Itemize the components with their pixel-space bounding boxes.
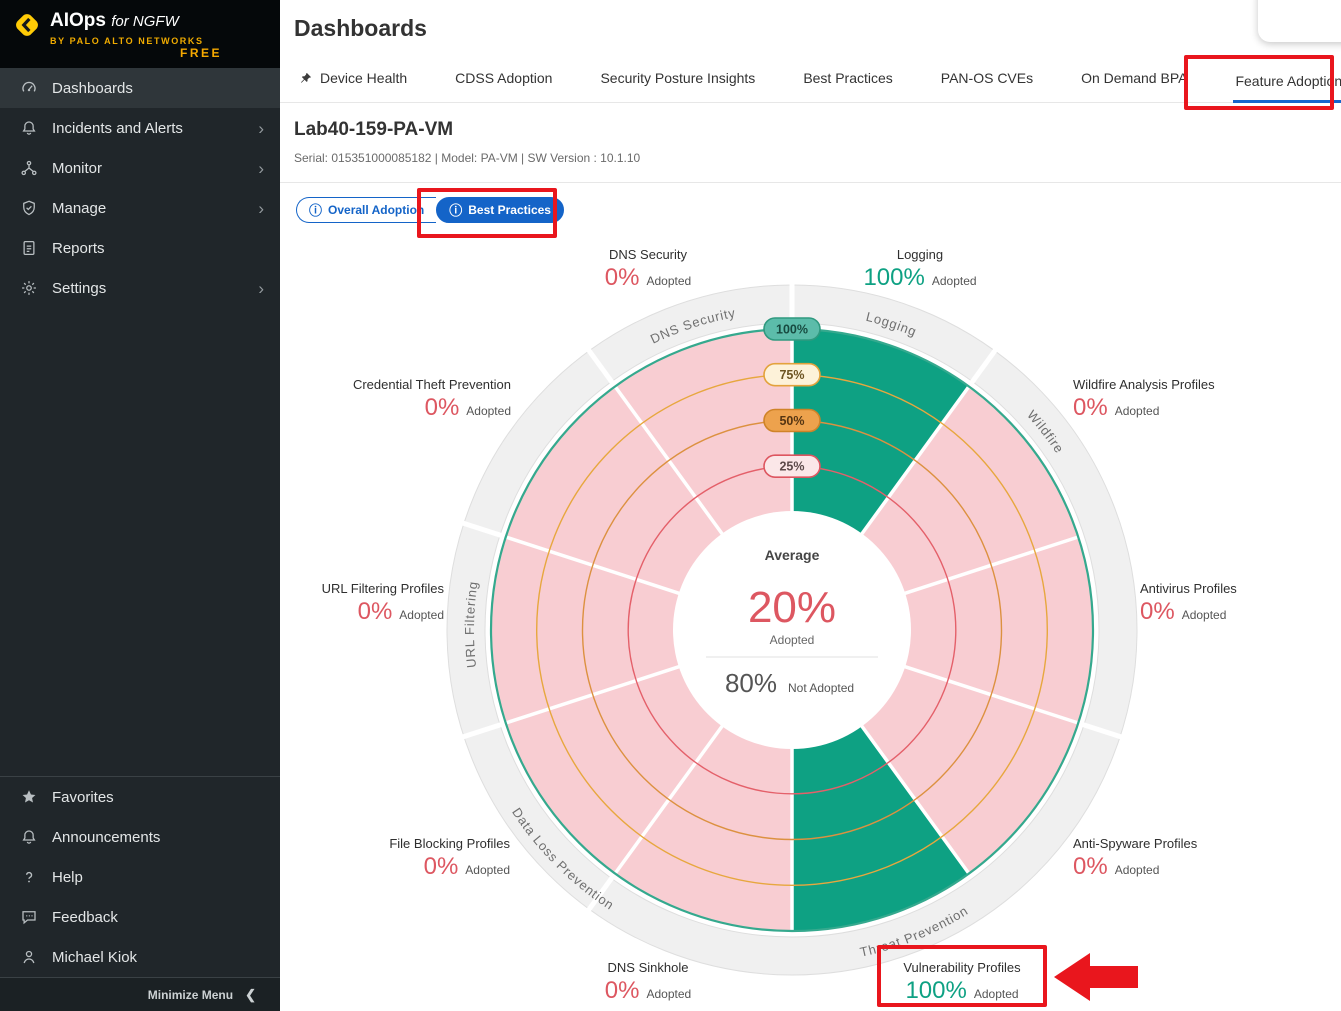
sidebar-item-label: Monitor — [52, 160, 102, 177]
popup-card — [1258, 0, 1341, 42]
ring-tick-badge: 25% — [764, 455, 820, 477]
page-title: Dashboards — [294, 15, 1341, 42]
chevron-right-icon: › — [258, 200, 264, 217]
device-section: Lab40-159-PA-VM Serial: 015351000085182 … — [280, 103, 1341, 183]
sidebar-item-monitor[interactable]: Monitor › — [0, 148, 280, 188]
tab-label: Best Practices — [803, 70, 892, 86]
sidebar-item-manage[interactable]: Manage › — [0, 188, 280, 228]
minimize-menu-button[interactable]: Minimize Menu ❮ — [0, 977, 280, 1011]
sidebar-item-help[interactable]: Help — [0, 857, 280, 897]
sidebar-item-label: Feedback — [52, 909, 118, 926]
tab-label: CDSS Adoption — [455, 70, 552, 86]
svg-text:100%: 100% — [776, 323, 808, 337]
hierarchy-icon — [20, 159, 38, 177]
tab-bar: Device Health CDSS Adoption Security Postu… — [280, 55, 1341, 103]
svg-text:25%: 25% — [779, 460, 804, 474]
sidebar-item-label: Help — [52, 869, 83, 886]
brand-title: AIOps for NGFW — [50, 10, 204, 33]
ring-tick-badge: 100% — [764, 318, 820, 340]
chevron-right-icon: › — [258, 280, 264, 297]
tab-on-demand-bpa[interactable]: On Demand BPA — [1079, 70, 1189, 103]
feature-adoption-chart: DNS SecurityLoggingWildfireThreat Preven… — [280, 237, 1341, 1011]
tab-label: Device Health — [320, 70, 407, 86]
info-icon: ⓘ — [449, 204, 462, 217]
tab-device-health[interactable]: Device Health — [296, 70, 409, 103]
sidebar-item-label: Dashboards — [52, 80, 133, 97]
ring-tick-badge: 50% — [764, 410, 820, 432]
view-toggle: ⓘ Overall Adoption ⓘ Best Practices — [296, 197, 564, 223]
sidebar-item-feedback[interactable]: Feedback — [0, 897, 280, 937]
sidebar-item-label: Settings — [52, 280, 106, 297]
tab-best-practices[interactable]: Best Practices — [801, 70, 894, 103]
tab-security-posture-insights[interactable]: Security Posture Insights — [598, 70, 757, 103]
toggle-label: Overall Adoption — [328, 203, 424, 217]
tab-label: Security Posture Insights — [600, 70, 755, 86]
question-icon — [20, 868, 38, 886]
center-adopted-value: 20% — [748, 583, 836, 632]
minimize-menu-label: Minimize Menu — [148, 988, 233, 1002]
tab-label: Feature Adoption — [1235, 73, 1341, 89]
sidebar-item-label: Reports — [52, 240, 105, 257]
pin-icon — [298, 71, 313, 86]
center-adopted-label: Adopted — [770, 633, 815, 647]
device-meta: Serial: 015351000085182 | Model: PA-VM |… — [294, 151, 1341, 165]
center-average-label: Average — [765, 547, 820, 563]
info-icon: ⓘ — [309, 204, 322, 217]
tab-cdss-adoption[interactable]: CDSS Adoption — [453, 70, 554, 103]
sidebar-item-favorites[interactable]: Favorites — [0, 777, 280, 817]
chat-icon — [20, 908, 38, 926]
document-icon — [20, 239, 38, 257]
sidebar-nav: DashboardsIncidents and Alerts›Monitor›M… — [0, 68, 280, 308]
brand-subtitle: BY PALO ALTO NETWORKS — [50, 36, 204, 46]
user-icon — [20, 948, 38, 966]
panw-logo-icon — [12, 10, 42, 68]
tab-pan-os-cves[interactable]: PAN-OS CVEs — [939, 70, 1035, 103]
gear-icon — [20, 279, 38, 297]
bell-icon — [20, 119, 38, 137]
sidebar-item-announcements[interactable]: Announcements — [0, 817, 280, 857]
sidebar-item-label: Michael Kiok — [52, 949, 137, 966]
chevron-right-icon: › — [258, 120, 264, 137]
svg-text:75%: 75% — [779, 368, 804, 382]
app-window: AIOps for NGFW BY PALO ALTO NETWORKS FRE… — [0, 0, 1341, 1011]
dashboard-icon — [20, 79, 38, 97]
tab-feature-adoption[interactable]: Feature Adoption — [1233, 73, 1341, 103]
bell-icon — [20, 828, 38, 846]
toggle-best-practices[interactable]: ⓘ Best Practices — [436, 197, 564, 223]
toggle-label: Best Practices — [468, 203, 551, 217]
main-content: Dashboards Device Health CDSS Adoption Sec… — [280, 0, 1341, 1011]
sidebar-item-michael-kiok[interactable]: Michael Kiok — [0, 937, 280, 977]
shield-icon — [20, 199, 38, 217]
sidebar-item-reports[interactable]: Reports — [0, 228, 280, 268]
sidebar-item-label: Announcements — [52, 829, 160, 846]
chevron-left-icon: ❮ — [245, 987, 256, 1003]
ring-tick-badge: 75% — [764, 364, 820, 386]
center-notadopted-value: 80% — [725, 668, 777, 698]
adoption-wheel: DNS SecurityLoggingWildfireThreat Preven… — [280, 237, 1341, 1011]
svg-text:50%: 50% — [779, 414, 804, 428]
center-notadopted-label: Not Adopted — [788, 681, 854, 695]
sidebar: AIOps for NGFW BY PALO ALTO NETWORKS FRE… — [0, 0, 280, 1011]
chevron-right-icon: › — [258, 160, 264, 177]
free-badge: FREE — [180, 46, 222, 60]
sidebar-footer-nav: Favorites Announcements Help Feedback Michae… — [0, 777, 280, 977]
sidebar-item-settings[interactable]: Settings › — [0, 268, 280, 308]
sidebar-item-dashboards[interactable]: Dashboards — [0, 68, 280, 108]
sidebar-item-incidents-and-alerts[interactable]: Incidents and Alerts › — [0, 108, 280, 148]
tab-label: PAN-OS CVEs — [941, 70, 1033, 86]
star-icon — [20, 788, 38, 806]
sidebar-item-label: Favorites — [52, 789, 114, 806]
toggle-overall-adoption[interactable]: ⓘ Overall Adoption — [296, 197, 436, 223]
tab-label: On Demand BPA — [1081, 70, 1187, 86]
sidebar-item-label: Incidents and Alerts — [52, 120, 183, 137]
sidebar-item-label: Manage — [52, 200, 106, 217]
device-name: Lab40-159-PA-VM — [294, 119, 1341, 141]
app-logo: AIOps for NGFW BY PALO ALTO NETWORKS FRE… — [0, 0, 280, 68]
